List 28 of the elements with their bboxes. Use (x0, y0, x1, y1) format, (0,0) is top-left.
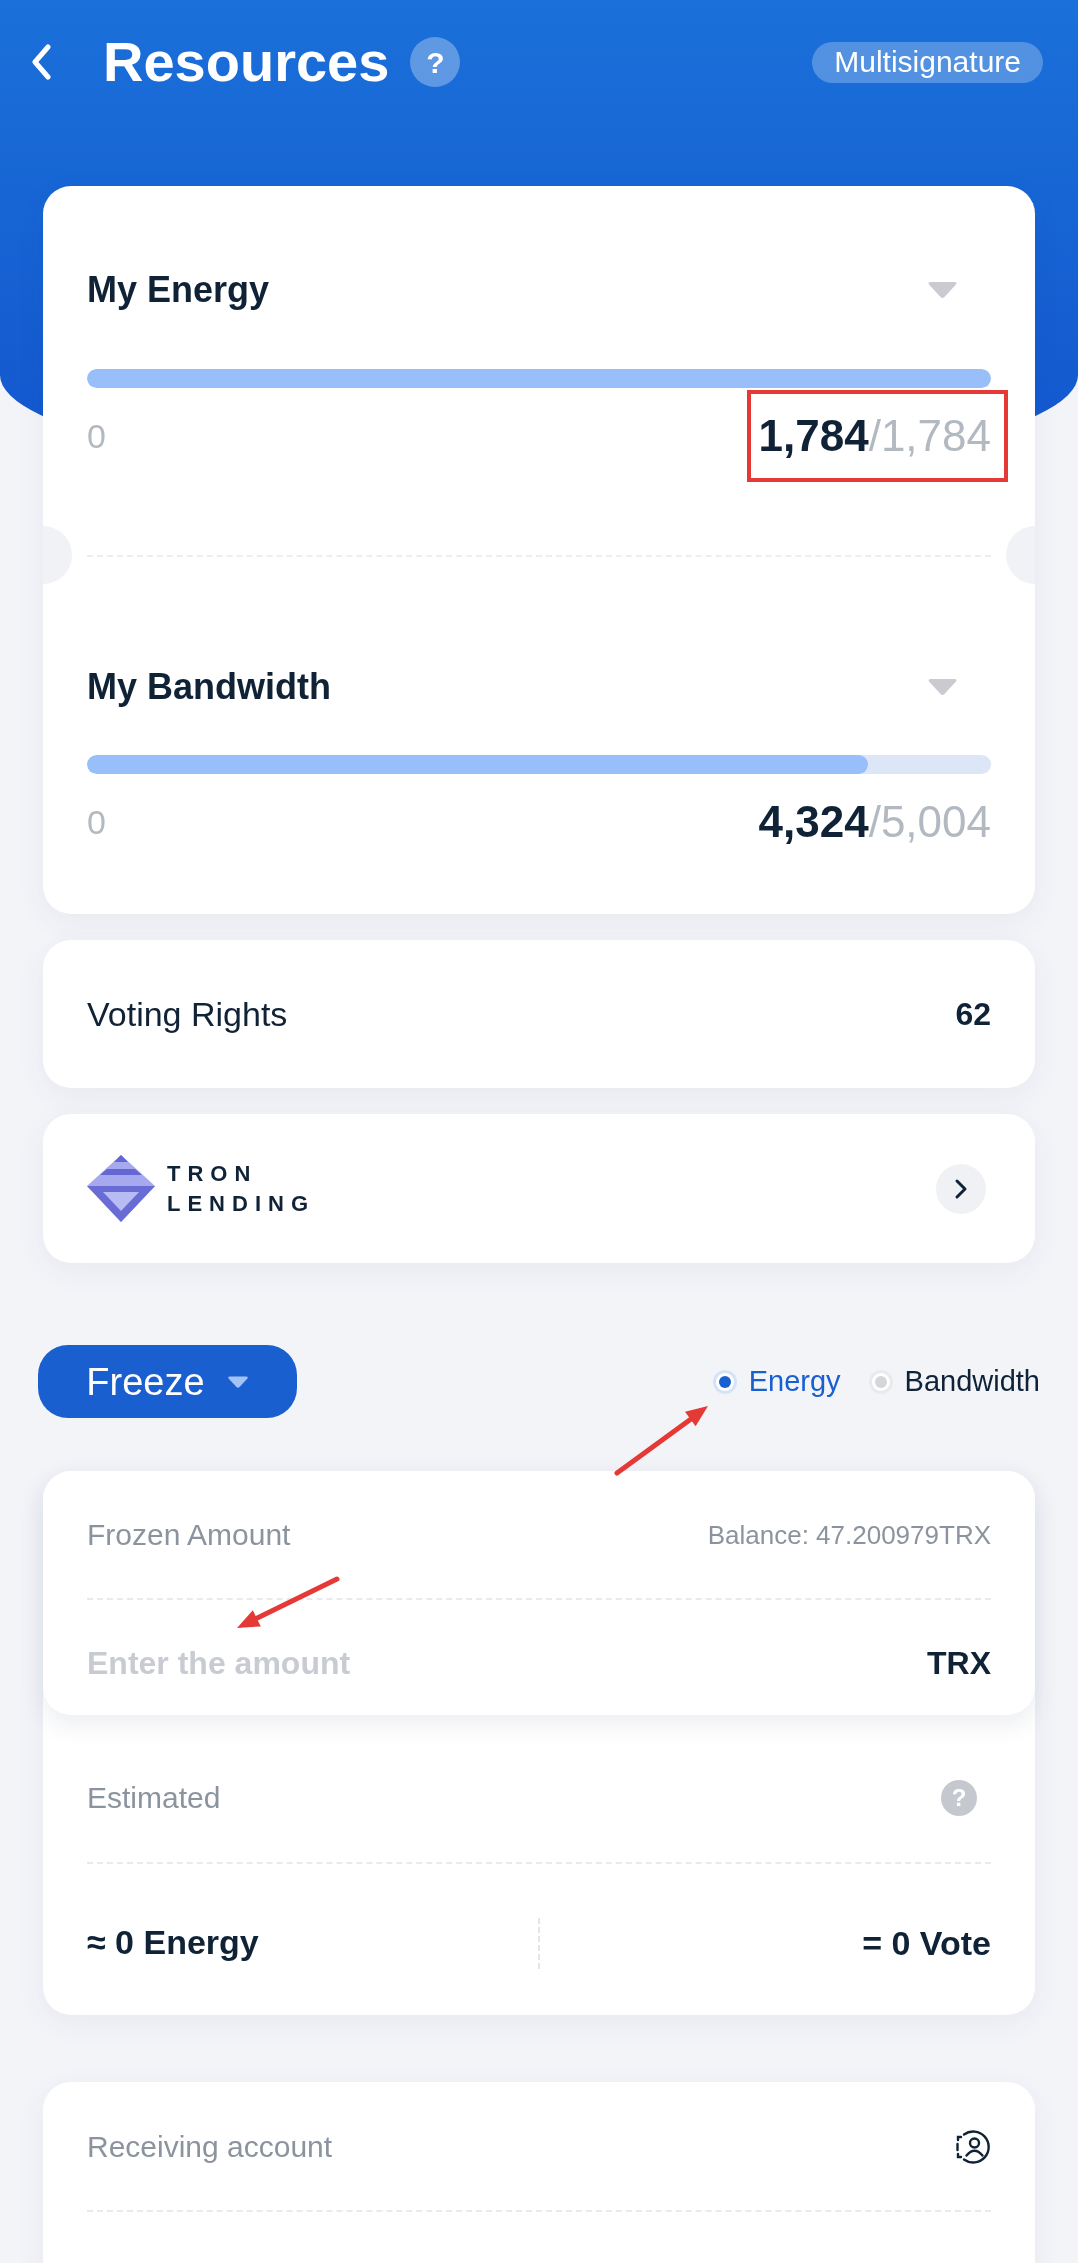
multisignature-button[interactable]: Multisignature (812, 41, 1043, 83)
diamond-logo-icon (87, 1155, 155, 1222)
estimate-value: = 0 Vote (862, 1926, 991, 1960)
unit-label: TRX (927, 1647, 991, 1679)
caret-icon (226, 1374, 249, 1389)
min-value: 0 (87, 419, 106, 453)
resource-title: My Energy (87, 272, 270, 308)
resource-title: My Bandwidth (87, 669, 331, 705)
row-label: Voting Rights (87, 997, 288, 1031)
chevron-right-icon (954, 1177, 968, 1200)
logo-text: TRON (167, 1162, 259, 1185)
logo-text: LENDING (167, 1192, 315, 1215)
min-value: 0 (87, 805, 106, 839)
field-label: Estimated (87, 1783, 221, 1813)
back-icon[interactable] (30, 44, 52, 80)
estimate-value: ≈ 0 Energy (87, 1923, 259, 1961)
contact-icon[interactable] (955, 2129, 991, 2165)
usage-reading: 1,784/1,784 (758, 414, 991, 458)
help-button[interactable]: ? (410, 37, 461, 87)
row-value: 62 (955, 998, 991, 1030)
page-title: Resources (103, 34, 390, 90)
freeze-mode-button[interactable]: Freeze (38, 1345, 297, 1418)
field-label: Frozen Amount (87, 1520, 291, 1550)
next-button[interactable] (936, 1163, 986, 1214)
balance-text: Balance: 47.200979TRX (707, 1522, 991, 1548)
usage-reading: 4,324/5,004 (758, 800, 991, 844)
resource-radio-option[interactable]: Bandwidth (868, 1363, 1040, 1400)
field-label: Receiving account (87, 2132, 333, 2162)
